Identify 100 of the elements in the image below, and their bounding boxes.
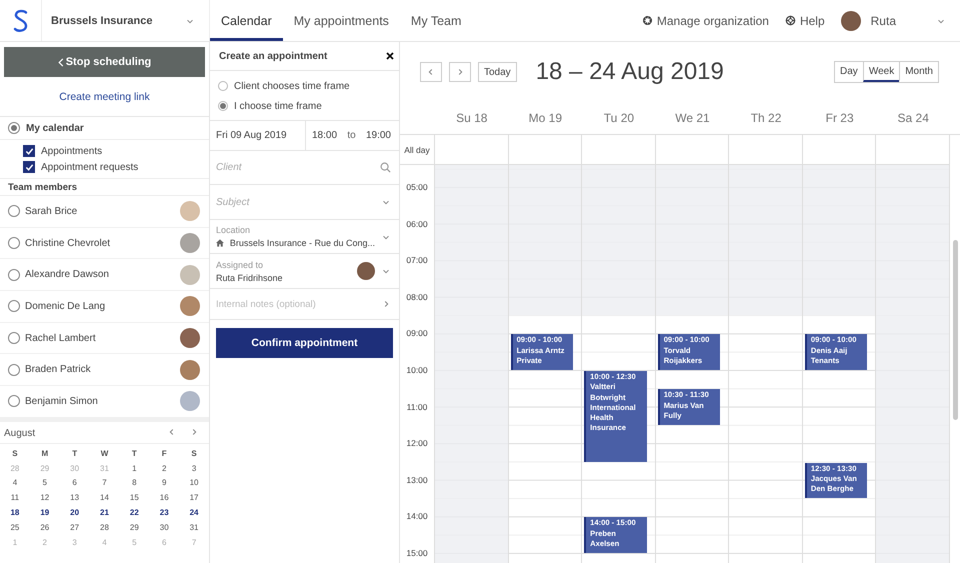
calendar-day[interactable]: 2 [149,462,180,476]
radio[interactable] [8,205,20,218]
calendar-day[interactable]: 5 [30,476,60,492]
close-icon [386,52,394,60]
create-meeting-link[interactable]: Create meeting link [0,77,209,117]
radio[interactable] [8,237,20,250]
calendar-day[interactable]: 16 [149,491,180,506]
location-field[interactable]: Location Brussels Insurance - Rue du Cong... [210,220,399,254]
view-tab[interactable]: Week [862,62,900,82]
avatar [180,233,200,254]
radio[interactable] [8,364,20,376]
hour-label: 11:00 [406,402,428,412]
avatar [180,296,200,316]
day-header: Sa 24 [876,102,950,135]
calendar-day[interactable]: 14 [90,491,120,506]
calendar-day[interactable]: 29 [119,520,150,536]
calendar-day[interactable]: 23 [149,506,180,521]
radio[interactable] [218,101,228,111]
user-menu[interactable]: Ruta [840,10,946,30]
home-icon [216,239,224,247]
calendar-day[interactable]: 22 [119,506,150,521]
previous-week-button[interactable] [420,62,442,82]
checkbox[interactable] [23,145,35,157]
today-button[interactable]: Today [478,62,517,82]
time-frame-option[interactable]: I choose time frame [218,98,391,114]
team-member[interactable]: Braden Patrick [0,354,209,386]
month-label: August [4,428,36,439]
confirm-appointment-button[interactable]: Confirm appointment [216,328,393,358]
calendar-day[interactable]: 17 [179,491,209,506]
radio[interactable] [218,81,228,91]
close-button[interactable] [386,52,394,60]
nav-tab[interactable]: Calendar [210,0,283,41]
calendar-day[interactable]: 31 [179,520,209,536]
calendar-day[interactable]: 1 [119,462,150,476]
hour-label: 09:00 [405,328,429,338]
lifebuoy-icon [784,15,796,26]
end-time-field[interactable]: 19:00 [366,130,391,141]
avatar [840,10,861,30]
calendar-day[interactable]: 27 [60,520,90,536]
calendar-day[interactable]: 11 [0,491,30,506]
calendar-filter[interactable]: Appointments [15,143,209,159]
team-member[interactable]: Alexandre Dawson [0,259,209,292]
team-member[interactable]: Sarah Brice [0,196,209,228]
next-week-button[interactable] [449,62,471,82]
calendar-day[interactable]: 21 [90,506,120,521]
calendar-day[interactable]: 19 [30,506,60,521]
calendar-day[interactable]: 24 [179,506,209,521]
calendar-day[interactable]: 30 [149,520,180,536]
team-member[interactable]: Rachel Lambert [0,322,209,354]
day-header: Tu 20 [582,102,656,135]
team-member[interactable]: Benjamin Simon [0,386,209,418]
settings-icon [642,15,653,26]
to-label: to [347,130,356,141]
calendar-day[interactable]: 18 [0,506,30,521]
hour-label: 14:00 [405,511,429,522]
calendar-filter[interactable]: Appointment requests [15,159,209,175]
radio[interactable] [8,268,20,281]
hour-label: 07:00 [405,255,429,266]
calendar-day[interactable]: 13 [60,491,90,506]
my-calendar-option[interactable]: My calendar [0,117,209,140]
radio[interactable] [8,332,20,344]
notes-placeholder: Internal notes (optional) [216,298,317,310]
calendar-day[interactable]: 3 [179,462,209,476]
radio[interactable] [8,122,20,134]
nav-tab[interactable]: My Team [400,0,472,41]
weekday-label: S [11,448,19,460]
time-frame-option[interactable]: Client chooses time frame [218,78,391,94]
calendar-day[interactable]: 6 [60,476,90,492]
calendar-day[interactable]: 26 [30,520,60,536]
checkbox[interactable] [23,161,35,173]
weekday-label: T [130,448,138,460]
start-time-field[interactable]: 18:00 [312,130,338,141]
field-label: Assigned to [216,260,264,270]
calendar-day[interactable]: 7 [90,476,120,492]
stop-scheduling-button[interactable]: Stop scheduling [4,47,205,77]
radio[interactable] [8,395,20,408]
team-member[interactable]: Domenic De Lang [0,291,209,323]
calendar-day[interactable]: 4 [0,476,30,492]
search-icon [380,162,391,173]
radio[interactable] [8,300,20,312]
day-header: Th 22 [729,102,803,135]
calendar-day[interactable]: 20 [60,506,90,521]
manage-organization-link[interactable]: Manage organization [642,14,769,28]
calendar-day[interactable]: 8 [119,476,150,492]
help-link[interactable]: Help [784,14,825,28]
assignee-name: Ruta Fridrihsone [216,272,284,282]
calendar-day[interactable]: 25 [0,520,30,536]
weekday-label: F [160,448,168,460]
date-field[interactable]: Fri 09 Aug 2019 [216,130,287,141]
team-member[interactable]: Christine Chevrolet [0,228,209,260]
calendar-day[interactable]: 12 [30,491,60,506]
calendar-day[interactable]: 9 [149,476,180,492]
assignee-field[interactable]: Assigned to Ruta Fridrihsone [210,254,399,289]
calendar-day[interactable]: 10 [179,476,209,492]
nav-tab[interactable]: My appointments [282,0,400,41]
field-label: Location [216,224,252,234]
calendar-day[interactable]: 28 [90,520,120,536]
hour-label: 06:00 [405,218,429,229]
calendar-day[interactable]: 15 [119,491,150,506]
scrollbar[interactable] [952,240,958,420]
